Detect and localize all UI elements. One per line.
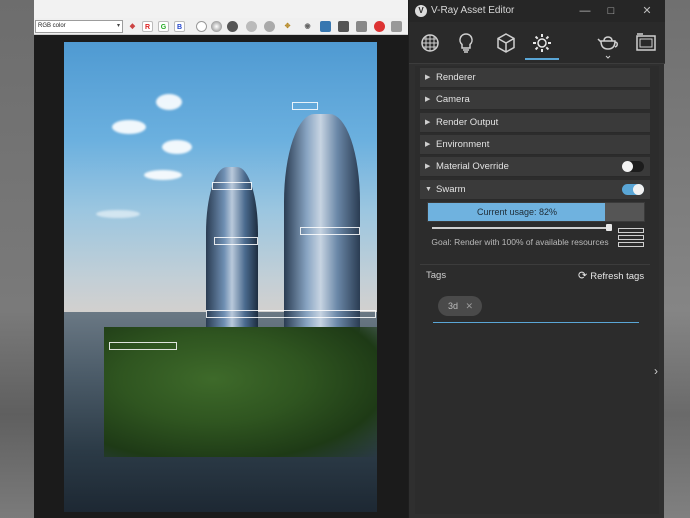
refresh-icon: ⟳ [578,270,588,282]
annotation-box [300,227,360,235]
render-cloud [96,210,140,218]
materials-sphere-icon[interactable] [413,26,447,60]
triangle-right-icon: ▶ [425,119,431,126]
rollout-label: Camera [436,94,470,105]
frame-buffer-titlebar [34,0,408,18]
tag-input-underline[interactable] [433,322,639,323]
diamond-icon[interactable]: ◆ [127,21,138,32]
red-channel-button[interactable]: R [142,21,153,32]
tag-chip-label: 3d [448,301,459,311]
render-cloud [112,120,146,134]
minimize-button[interactable]: — [575,3,595,19]
light-bulb-icon[interactable] [449,26,483,60]
chevron-down-icon: ▾ [116,23,120,29]
white-circle-icon[interactable] [196,21,207,32]
teapot-icon[interactable] [591,26,625,60]
triangle-right-icon: ▶ [425,96,431,103]
cube-icon[interactable] [489,26,523,60]
desktop: RGB color ▾ ◆ R G B ✥ ◉ V V-Ray Asset Ed… [0,0,690,518]
swarm-toggle[interactable] [622,184,644,195]
rollout-render-output[interactable]: ▶ Render Output [420,113,650,133]
toggle-knob [622,161,633,172]
channel-select-value: RGB color [38,23,66,29]
triangle-down-icon: ▼ [425,186,432,193]
tags-label: Tags [426,270,447,281]
frame-buffer-window: RGB color ▾ ◆ R G B ✥ ◉ [34,0,408,518]
background-photo-left [0,0,34,518]
rollout-camera[interactable]: ▶ Camera [420,90,650,110]
vray-logo-icon: V [415,5,427,17]
render-tower-left [206,167,258,332]
rollout-label: Render Output [436,117,499,128]
swarm-usage-bar: Current usage: 82% [427,202,645,222]
swarm-goal-slider-handle[interactable] [606,224,612,231]
tag-chip[interactable]: 3d ✕ [438,296,482,316]
material-override-toggle[interactable] [622,161,644,172]
window-title: V-Ray Asset Editor [431,5,515,16]
history-icon[interactable] [356,21,367,32]
server-stack-icon[interactable] [618,228,644,252]
render-cloud [144,170,182,180]
pin-icon[interactable] [391,21,402,32]
rollout-swarm[interactable]: ▼ Swarm [420,180,650,200]
render-canvas[interactable] [64,42,377,512]
annotation-box [109,342,177,350]
rollout-label: Swarm [436,184,466,195]
maximize-button[interactable]: □ [601,3,621,19]
triangle-right-icon: ▶ [425,163,431,170]
background-photo-right [664,0,690,518]
rollout-material-override[interactable]: ▶ Material Override [420,157,650,177]
close-button[interactable]: ✕ [637,3,657,19]
annotation-box [212,182,252,190]
frame-icon[interactable] [320,21,331,32]
refresh-tags-button[interactable]: ⟳ Refresh tags [578,269,644,282]
swarm-usage-label: Current usage: 82% [476,207,558,217]
stereo-icon[interactable] [338,21,349,32]
record-icon[interactable] [374,21,385,32]
compass-icon[interactable]: ✥ [282,21,293,32]
blue-channel-button[interactable]: B [174,21,185,32]
eye-icon[interactable]: ◉ [302,21,313,32]
green-channel-button[interactable]: G [158,21,169,32]
render-tower-right [284,114,360,334]
sphere-icon[interactable] [211,21,222,32]
settings-panel [415,66,659,514]
swarm-goal-text: Goal: Render with 100% of available reso… [431,237,609,247]
frame-buffer-toolbar: RGB color ▾ ◆ R G B ✥ ◉ [34,18,408,35]
dark-circle-icon[interactable] [227,21,238,32]
divider [420,264,650,265]
rollout-renderer[interactable]: ▶ Renderer [420,68,650,88]
annotation-box [206,310,376,318]
remove-tag-icon[interactable]: ✕ [465,296,473,316]
chevron-right-icon[interactable]: › [654,364,658,378]
rollout-label: Environment [436,139,490,150]
swarm-goal-slider[interactable] [432,227,610,229]
rollout-label: Renderer [436,72,476,83]
triangle-right-icon: ▶ [425,141,431,148]
asset-editor-tabs [409,22,665,64]
rollout-label: Material Override [436,161,509,172]
gray-circle-icon[interactable] [246,21,257,32]
frame-buffer-icon[interactable] [629,26,663,60]
render-cloud [162,140,192,154]
annotation-box [214,237,258,245]
lens-icon[interactable] [264,21,275,32]
asset-editor-titlebar[interactable]: V V-Ray Asset Editor — □ ✕ [409,0,665,22]
annotation-box [292,102,318,110]
render-cloud [156,94,182,110]
channel-select[interactable]: RGB color ▾ [35,20,123,33]
rollout-environment[interactable]: ▶ Environment [420,135,650,155]
triangle-right-icon: ▶ [425,74,431,81]
gear-icon[interactable] [525,26,559,60]
toggle-knob [633,184,644,195]
refresh-tags-label: Refresh tags [590,271,645,282]
